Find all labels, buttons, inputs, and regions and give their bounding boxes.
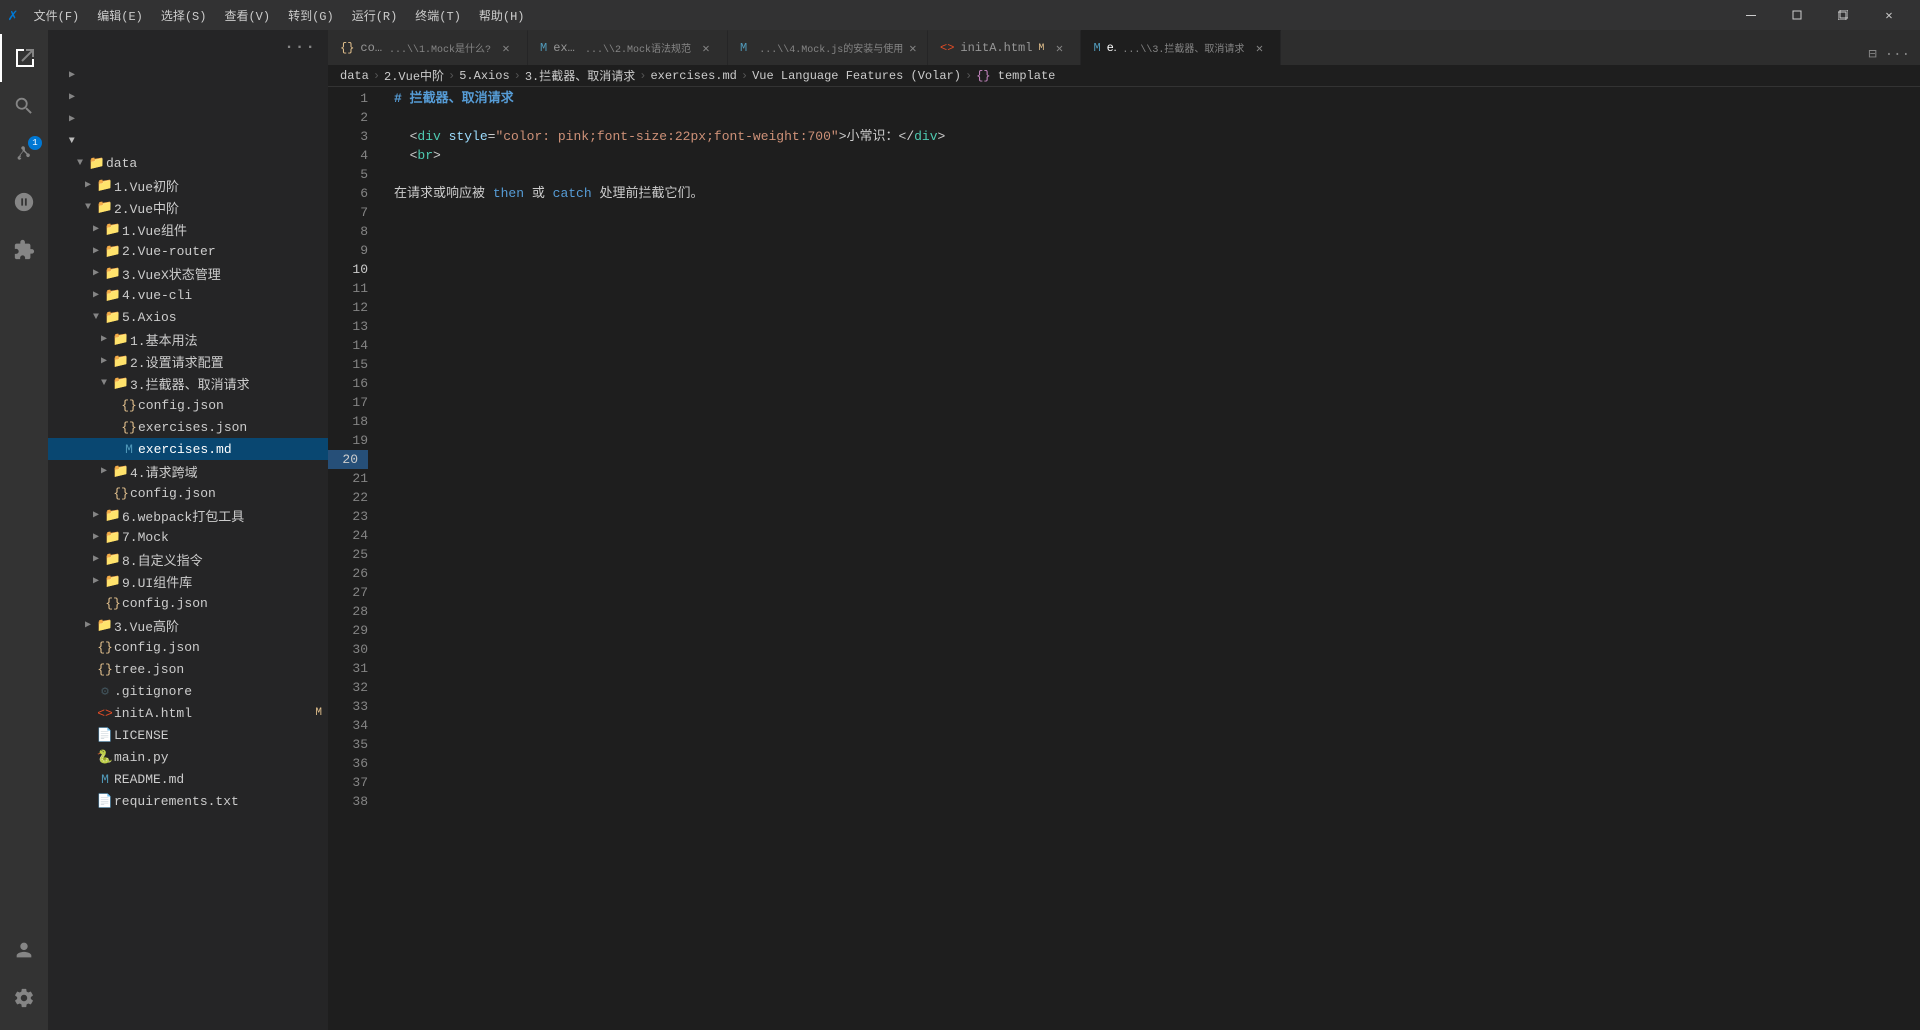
sidebar-section-timeline[interactable]: ▶: [48, 108, 328, 130]
tab-actions: ⊟ ···: [1858, 44, 1920, 65]
tab-close-exercises-interceptor[interactable]: ✕: [1250, 39, 1268, 57]
menu-goto[interactable]: 转到(G): [280, 5, 342, 26]
menu-select[interactable]: 选择(S): [153, 5, 215, 26]
activity-extensions[interactable]: [0, 226, 48, 274]
sidebar-item-readme[interactable]: ▶ M README.md: [48, 768, 328, 790]
more-tabs-button[interactable]: ···: [1883, 45, 1912, 65]
sidebar-item-config-json-2[interactable]: ▶ {} config.json: [48, 482, 328, 504]
menu-view[interactable]: 查看(V): [216, 5, 278, 26]
breadcrumb-file[interactable]: exercises.md: [650, 69, 736, 83]
source-control-badge: 1: [28, 136, 42, 150]
activity-account[interactable]: [0, 926, 48, 974]
sidebar-item-axios-cors[interactable]: ▶ 📁 4.请求跨域: [48, 460, 328, 482]
sidebar-root[interactable]: ▼: [48, 130, 328, 152]
sidebar-item-directives[interactable]: ▶ 📁 8.自定义指令: [48, 548, 328, 570]
breadcrumb-volar[interactable]: Vue Language Features (Volar): [752, 69, 961, 83]
activity-run[interactable]: [0, 178, 48, 226]
sidebar-more-button[interactable]: ···: [284, 38, 316, 56]
editor[interactable]: 12345 6789 10 1112131415 16171819 20 212…: [328, 87, 1920, 1030]
sidebar-item-vue-cli[interactable]: ▶ 📁 4.vue-cli: [48, 284, 328, 306]
sidebar-item-vuex[interactable]: ▶ 📁 3.VueX状态管理: [48, 262, 328, 284]
menu-terminal[interactable]: 终端(T): [407, 5, 469, 26]
editor-area: {} config.json ...\\1.Mock是什么? ✕ M exerc…: [328, 30, 1920, 1030]
activity-search[interactable]: [0, 82, 48, 130]
tab-initA-html[interactable]: <> initA.html M ✕: [928, 30, 1081, 65]
tab-close-exercises-install[interactable]: ✕: [909, 39, 916, 57]
split-editor-button[interactable]: ⊟: [1866, 44, 1878, 65]
sidebar-item-license[interactable]: ▶ 📄 LICENSE: [48, 724, 328, 746]
win-minimize-button[interactable]: [1728, 0, 1774, 30]
sidebar-item-ui-lib[interactable]: ▶ 📁 9.UI组件库: [48, 570, 328, 592]
sidebar-item-vue-basic[interactable]: ▶ 📁 1.Vue初阶: [48, 174, 328, 196]
line-numbers: 12345 6789 10 1112131415 16171819 20 212…: [328, 87, 378, 1030]
activity-bar: 1: [0, 30, 48, 1030]
sidebar-item-config-json-root[interactable]: ▶ {} config.json: [48, 636, 328, 658]
breadcrumb-interceptor[interactable]: 3.拦截器、取消请求: [525, 67, 635, 84]
menu-edit[interactable]: 编辑(E): [89, 5, 151, 26]
sidebar-item-vue-router[interactable]: ▶ 📁 2.Vue-router: [48, 240, 328, 262]
sidebar-item-config-json-1[interactable]: ▶ {} config.json: [48, 394, 328, 416]
sidebar-item-axios-config[interactable]: ▶ 📁 2.设置请求配置: [48, 350, 328, 372]
sidebar-item-tree-json[interactable]: ▶ {} tree.json: [48, 658, 328, 680]
sidebar-section-outline[interactable]: ▶: [48, 86, 328, 108]
sidebar-header: ···: [48, 30, 328, 64]
breadcrumb-axios[interactable]: 5.Axios: [459, 69, 509, 83]
tab-bar: {} config.json ...\\1.Mock是什么? ✕ M exerc…: [328, 30, 1920, 65]
sidebar-item-axios[interactable]: ▼ 📁 5.Axios: [48, 306, 328, 328]
sidebar-item-mock[interactable]: ▶ 📁 7.Mock: [48, 526, 328, 548]
tab-close-config[interactable]: ✕: [497, 39, 515, 57]
breadcrumb-template[interactable]: {} template: [976, 69, 1055, 83]
sidebar-item-axios-basic[interactable]: ▶ 📁 1.基本用法: [48, 328, 328, 350]
sidebar-item-config-json-mid[interactable]: ▶ {} config.json: [48, 592, 328, 614]
breadcrumb-data[interactable]: data: [340, 69, 369, 83]
activity-explorer[interactable]: [0, 34, 48, 82]
sidebar-item-vue-mid[interactable]: ▼ 📁 2.Vue中阶: [48, 196, 328, 218]
sidebar-section-open-editors[interactable]: ▶: [48, 64, 328, 86]
window-controls: ✕: [1728, 0, 1912, 30]
breadcrumb: data › 2.Vue中阶 › 5.Axios › 3.拦截器、取消请求 › …: [328, 65, 1920, 87]
sidebar-item-gitignore[interactable]: ▶ ⚙ .gitignore: [48, 680, 328, 702]
activity-source-control[interactable]: 1: [0, 130, 48, 178]
tab-close-initA[interactable]: ✕: [1050, 39, 1068, 57]
win-restore-button[interactable]: [1774, 0, 1820, 30]
tab-exercises-interceptor[interactable]: M exercises.md ...\\3.拦截器、取消请求 ✕: [1081, 30, 1281, 65]
sidebar-item-requirements[interactable]: ▶ 📄 requirements.txt: [48, 790, 328, 812]
activity-settings[interactable]: [0, 974, 48, 1022]
sidebar-item-exercises-json[interactable]: ▶ {} exercises.json: [48, 416, 328, 438]
sidebar-item-webpack[interactable]: ▶ 📁 6.webpack打包工具: [48, 504, 328, 526]
menu-bar: 文件(F) 编辑(E) 选择(S) 查看(V) 转到(G) 运行(R) 终端(T…: [26, 5, 533, 26]
tab-close-exercises-mock[interactable]: ✕: [697, 39, 715, 57]
sidebar-item-exercises-md[interactable]: ▶ M exercises.md: [48, 438, 328, 460]
tab-exercises-mock-syntax[interactable]: M exercises.md ...\\2.Mock语法规范 ✕: [528, 30, 728, 65]
tab-config-json[interactable]: {} config.json ...\\1.Mock是什么? ✕: [328, 30, 528, 65]
sidebar-content: ▶ ▶ ▶ ▼ ▼ 📁 data: [48, 64, 328, 1030]
sidebar-item-main-py[interactable]: ▶ 🐍 main.py: [48, 746, 328, 768]
sidebar-item-data[interactable]: ▼ 📁 data: [48, 152, 328, 174]
menu-file[interactable]: 文件(F): [26, 5, 88, 26]
titlebar: ✗ 文件(F) 编辑(E) 选择(S) 查看(V) 转到(G) 运行(R) 终端…: [0, 0, 1920, 30]
sidebar-item-vue-advanced[interactable]: ▶ 📁 3.Vue高阶: [48, 614, 328, 636]
sidebar-item-axios-interceptor[interactable]: ▼ 📁 3.拦截器、取消请求: [48, 372, 328, 394]
sidebar: ··· ▶ ▶ ▶ ▼ ▼: [48, 30, 328, 1030]
app-logo: ✗: [8, 5, 18, 25]
breadcrumb-vue-mid[interactable]: 2.Vue中阶: [384, 67, 444, 84]
code-editor[interactable]: # 拦截器、取消请求 <div style="color: pink;font-…: [378, 87, 1920, 1030]
menu-run[interactable]: 运行(R): [344, 5, 406, 26]
sidebar-item-vue-component[interactable]: ▶ 📁 1.Vue组件: [48, 218, 328, 240]
tab-exercises-mock-install[interactable]: M exercises.md ...\\4.Mock.js的安装与使用 ✕: [728, 30, 928, 65]
win-maxrestore-button[interactable]: [1820, 0, 1866, 30]
menu-help[interactable]: 帮助(H): [471, 5, 533, 26]
sidebar-item-initA-html[interactable]: ▶ <> initA.html M: [48, 702, 328, 724]
win-close-button[interactable]: ✕: [1866, 0, 1912, 30]
